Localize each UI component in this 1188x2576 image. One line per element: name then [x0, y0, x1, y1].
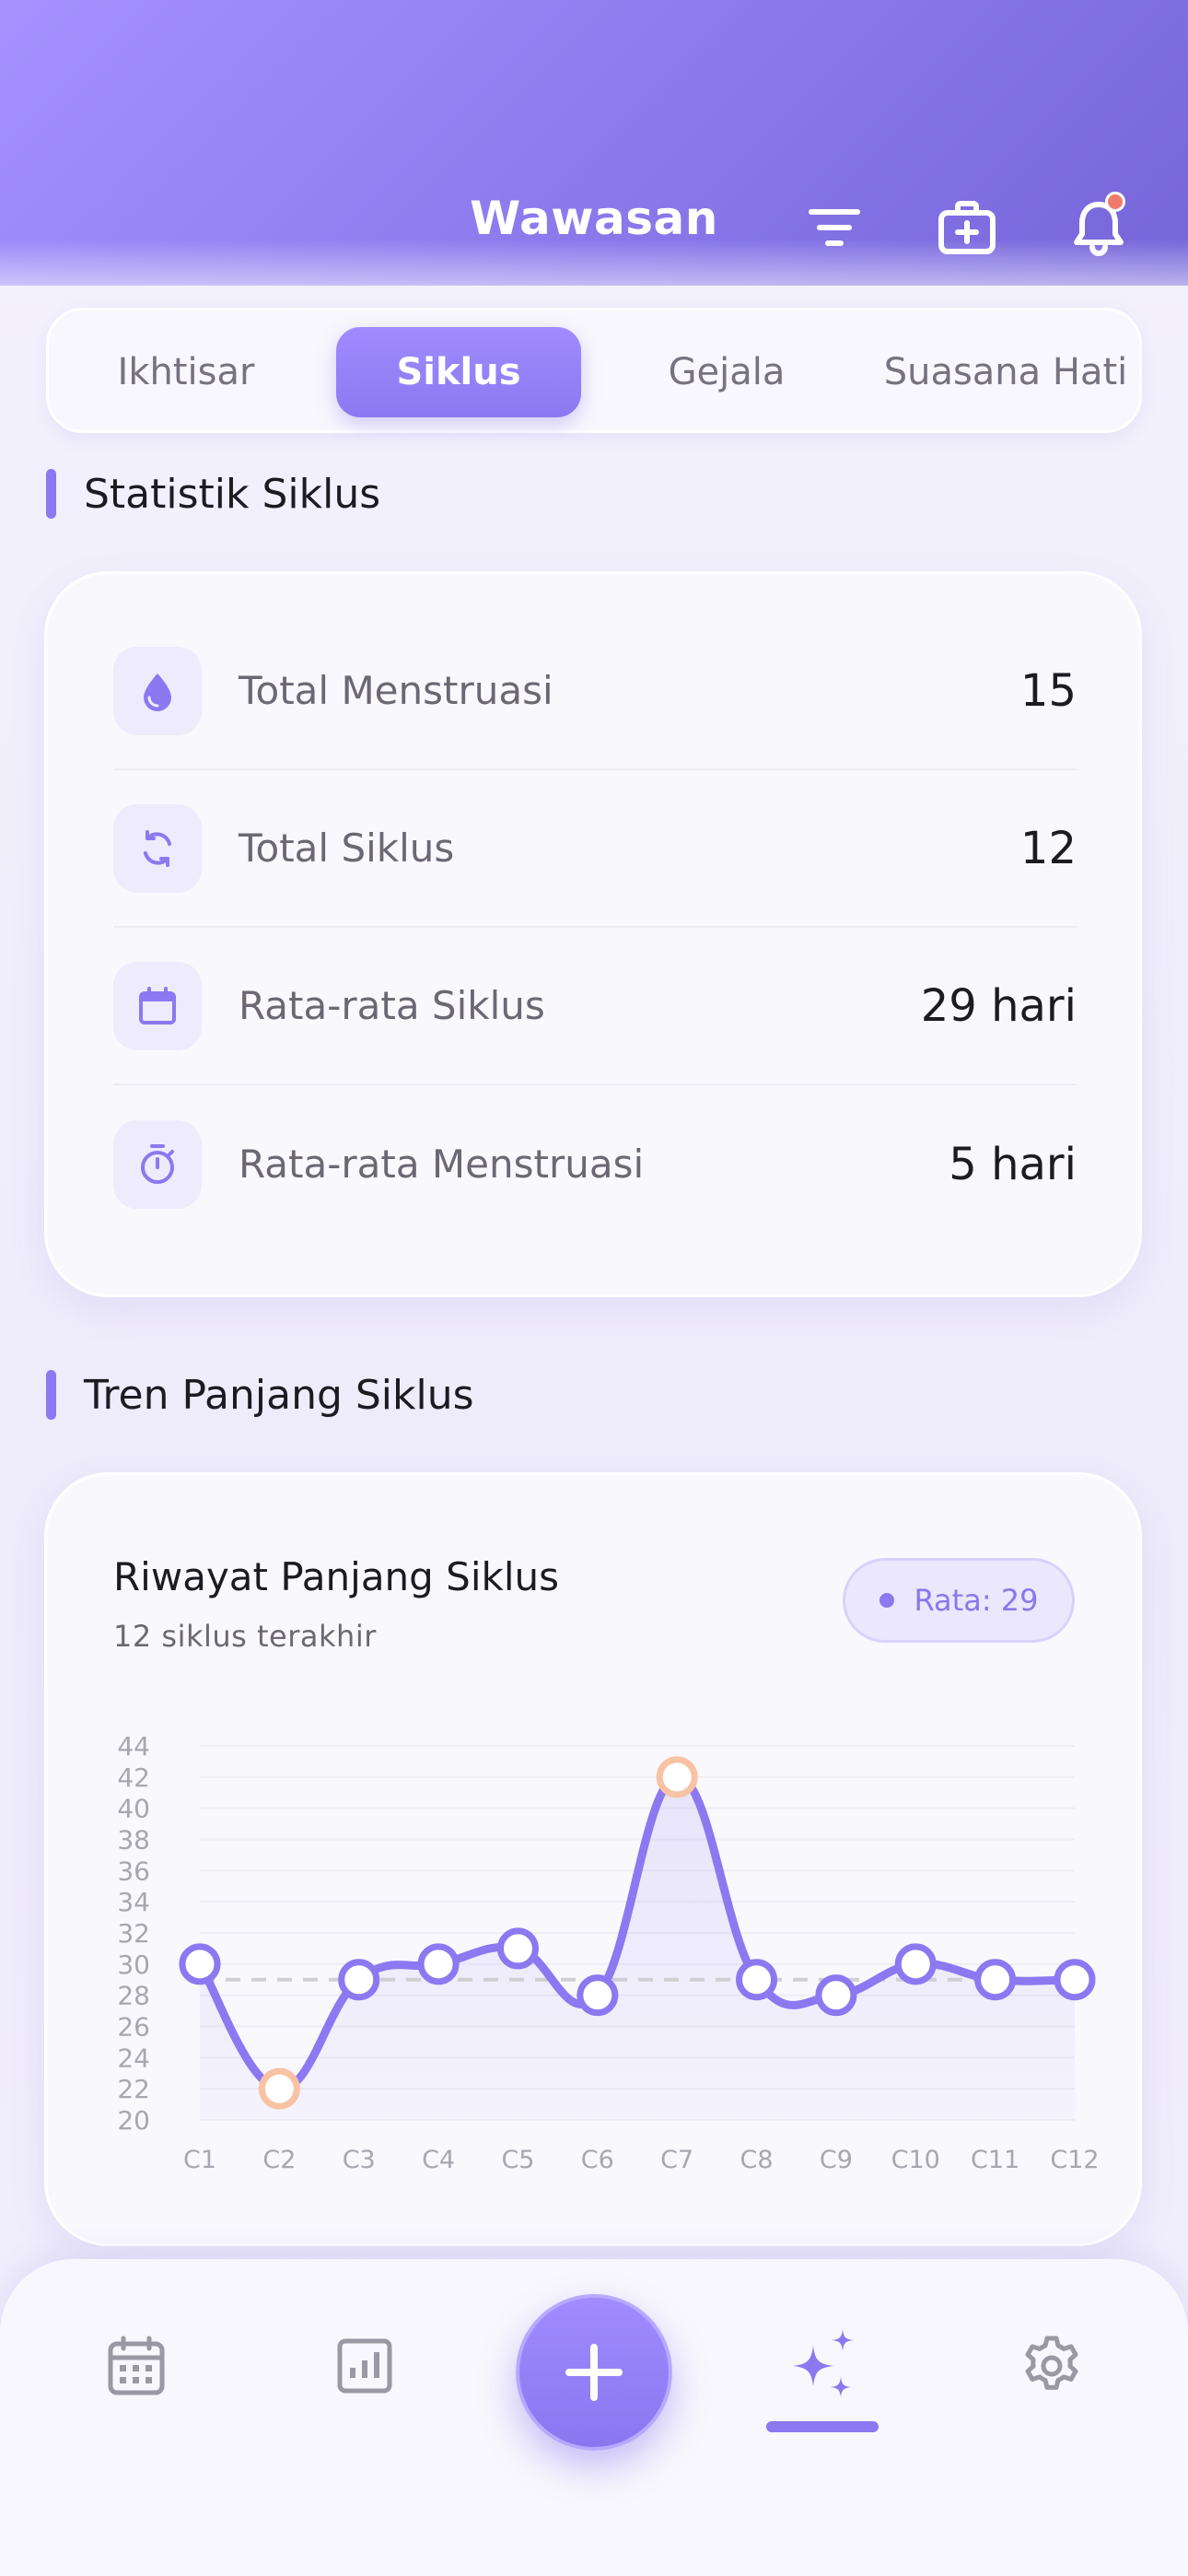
- y-tick-label: 22: [117, 2074, 150, 2104]
- tab-suasana-hati[interactable]: Suasana Hati: [876, 327, 1136, 417]
- timer-icon: [113, 1119, 202, 1209]
- stat-label: Total Siklus: [239, 825, 455, 871]
- notification-badge: [1105, 192, 1125, 212]
- data-point-highlight: [656, 1756, 698, 1798]
- y-tick-label: 42: [117, 1762, 150, 1793]
- stat-row-total-menstruasi: Total Menstruasi 15: [113, 613, 1077, 770]
- stat-value: 15: [1019, 664, 1077, 717]
- add-entry-button[interactable]: [516, 2294, 672, 2451]
- y-tick-label: 36: [117, 1856, 150, 1886]
- bell-icon[interactable]: [1066, 192, 1131, 260]
- bottom-navigation: [0, 2259, 1188, 2576]
- y-tick-label: 40: [117, 1794, 150, 1824]
- tab-bar: Ikhtisar Siklus Gejala Suasana Hati: [46, 308, 1142, 433]
- section-accent-bar: [46, 1370, 56, 1420]
- y-tick-label: 44: [117, 1731, 150, 1762]
- stat-label: Total Menstruasi: [239, 668, 553, 713]
- plus-icon: [565, 2344, 623, 2401]
- chart-card: Riwayat Panjang Siklus 12 siklus terakhi…: [44, 1472, 1142, 2246]
- tab-siklus[interactable]: Siklus: [336, 327, 581, 417]
- tab-gejala[interactable]: Gejala: [607, 327, 846, 417]
- x-tick-label: C8: [740, 2146, 774, 2174]
- data-point-highlight: [258, 2067, 300, 2110]
- app-header: Wawasan: [0, 0, 1188, 286]
- y-tick-label: 34: [117, 1887, 150, 1917]
- section-title-text: Statistik Siklus: [84, 470, 381, 518]
- data-point: [894, 1943, 937, 1985]
- nav-bar-chart-icon[interactable]: [319, 2320, 411, 2412]
- series-area: [200, 1776, 1075, 2120]
- x-tick-label: C11: [971, 2146, 1019, 2174]
- section-title-text: Tren Panjang Siklus: [84, 1371, 474, 1419]
- data-point: [417, 1943, 460, 1985]
- x-tick-label: C7: [660, 2146, 693, 2174]
- tab-ikhtisar[interactable]: Ikhtisar: [67, 327, 305, 417]
- y-tick-label: 26: [117, 2012, 150, 2043]
- stat-label: Rata-rata Siklus: [239, 983, 545, 1028]
- cycle-icon: [113, 803, 202, 893]
- y-tick-label: 24: [117, 2043, 150, 2073]
- x-tick-label: C2: [262, 2146, 296, 2174]
- data-point: [1054, 1959, 1096, 2001]
- x-tick-label: C4: [422, 2146, 455, 2174]
- y-tick-label: 32: [117, 1918, 150, 1949]
- first-aid-kit-icon[interactable]: [935, 195, 999, 260]
- data-point: [815, 1974, 857, 2017]
- y-tick-label: 28: [117, 1981, 150, 2011]
- cycle-length-chart: 20222426283032343638404244 C1 C2 C3 C4 C5 C6 C7…: [117, 1731, 1099, 2174]
- nav-gear-icon[interactable]: [1006, 2320, 1098, 2412]
- stat-value: 5 hari: [949, 1138, 1077, 1190]
- x-tick-label: C9: [820, 2146, 853, 2174]
- stat-value: 12: [1019, 822, 1077, 874]
- x-tick-label: C6: [581, 2146, 614, 2174]
- filter-icon[interactable]: [802, 195, 867, 260]
- x-tick-label: C5: [501, 2146, 534, 2174]
- x-tick-label: C10: [891, 2146, 940, 2174]
- nav-calendar-icon[interactable]: [90, 2320, 182, 2412]
- drop-icon: [113, 646, 202, 735]
- section-accent-bar: [46, 469, 56, 519]
- y-tick-label: 38: [117, 1825, 150, 1856]
- data-point: [496, 1927, 539, 1970]
- section-title-trend: Tren Panjang Siklus: [46, 1369, 474, 1421]
- x-tick-label: C12: [1050, 2146, 1099, 2174]
- y-tick-label: 30: [117, 1950, 150, 1980]
- stat-row-total-siklus: Total Siklus 12: [113, 770, 1077, 928]
- active-tab-indicator: [766, 2421, 879, 2432]
- data-point: [179, 1943, 221, 1985]
- page-title: Wawasan: [470, 192, 718, 245]
- data-point: [974, 1959, 1017, 2001]
- stats-card: Total Menstruasi 15 Total Siklus 12 Rata…: [44, 571, 1142, 1297]
- nav-sparkles-icon[interactable]: [776, 2320, 868, 2412]
- x-tick-label: C1: [183, 2146, 216, 2174]
- stat-row-rata-siklus: Rata-rata Siklus 29 hari: [113, 928, 1077, 1085]
- stat-label: Rata-rata Menstruasi: [239, 1142, 645, 1187]
- y-tick-label: 20: [117, 2105, 150, 2136]
- stat-row-rata-menstruasi: Rata-rata Menstruasi 5 hari: [113, 1085, 1077, 1243]
- data-point: [736, 1959, 778, 2001]
- data-point: [577, 1974, 619, 2017]
- section-title-stats: Statistik Siklus: [46, 468, 380, 520]
- x-tick-label: C3: [343, 2146, 376, 2174]
- data-point: [338, 1959, 380, 2001]
- calendar-icon: [113, 961, 202, 1050]
- stat-value: 29 hari: [920, 979, 1077, 1032]
